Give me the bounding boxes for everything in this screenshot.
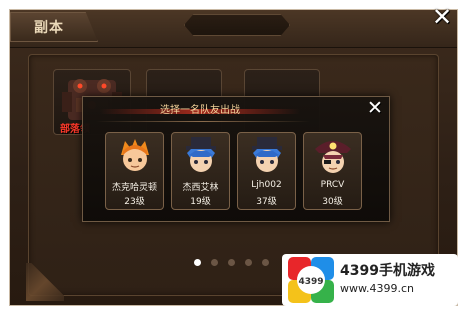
pirate-hat-hero-avatar-icon (315, 141, 351, 173)
teammate-level: 30级 (322, 197, 343, 207)
close-screen-button[interactable]: ✕ (428, 4, 456, 30)
page-dot-4[interactable] (245, 259, 252, 266)
teammate-level: 23级 (124, 197, 145, 207)
screen-title: 副本 (34, 20, 64, 36)
watermark-title: 4399手机游戏 (340, 263, 435, 279)
teammate-name: PRCV (320, 180, 345, 190)
site-watermark: 4399 4399手机游戏 www.4399.cn (282, 254, 458, 306)
dialog-divider (96, 121, 310, 122)
dialog-title-bar: 选择一名队友出战 (100, 102, 300, 120)
4399-logo-icon: 4399 (288, 257, 334, 303)
svg-text:4399: 4399 (298, 277, 323, 287)
teammate-name: Ljh002 (251, 180, 282, 190)
header-ornament (184, 14, 290, 36)
watermark-url: www.4399.cn (340, 282, 414, 295)
blue-hair-hat-hero-avatar-icon (252, 137, 282, 172)
page-dot-3[interactable] (228, 259, 235, 266)
teammate-card[interactable]: 杰西艾林 19级 (171, 132, 230, 210)
teammate-name: 杰克哈灵顿 (111, 183, 157, 193)
dialog-title: 选择一名队友出战 (160, 105, 240, 116)
teammate-level: 19级 (190, 197, 211, 207)
teammate-card[interactable]: Ljh002 37级 (237, 132, 296, 210)
teammate-card[interactable]: 杰克哈灵顿 23级 (105, 132, 164, 210)
teammate-card[interactable]: PRCV 30级 (303, 132, 362, 210)
page-dot-5[interactable] (262, 259, 269, 266)
blue-hair-hat-hero-avatar-icon (186, 137, 216, 172)
page-dot-2[interactable] (211, 259, 218, 266)
teammate-level: 37级 (256, 197, 277, 207)
orange-hair-hero-avatar-icon (121, 139, 149, 171)
teammate-name: 杰西艾林 (182, 183, 219, 193)
close-dialog-button[interactable]: ✕ (364, 97, 386, 119)
page-indicator (194, 259, 274, 267)
page-dot-1[interactable] (194, 259, 201, 266)
